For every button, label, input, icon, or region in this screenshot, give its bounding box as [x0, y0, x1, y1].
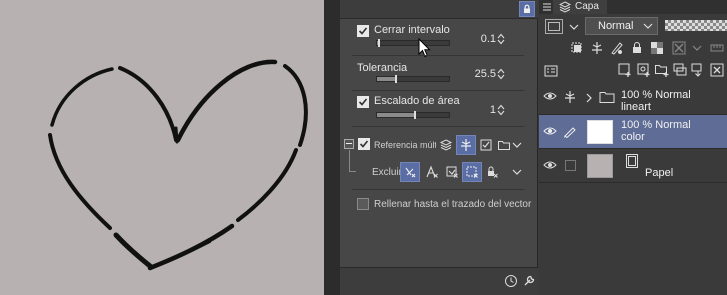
layer-thumbnail: [587, 154, 613, 178]
chevron-down-icon[interactable]: [512, 141, 522, 149]
eye-icon[interactable]: [543, 159, 557, 171]
expression-color-swatch[interactable]: [545, 19, 563, 34]
layer-toolbar: [539, 37, 727, 85]
tolerance-slider[interactable]: [376, 75, 450, 83]
fill-to-vector-checkbox[interactable]: [357, 198, 369, 210]
lock-transparent-icon[interactable]: [649, 40, 665, 56]
layers-icon: [559, 1, 571, 13]
fill-to-vector-label: Rellenar hasta el trazado del vector: [374, 199, 532, 210]
exclude-text-icon[interactable]: [422, 162, 442, 182]
pen-icon[interactable]: [563, 124, 577, 138]
area-scaling-value[interactable]: 1: [466, 104, 496, 116]
tolerance-value[interactable]: 25.5: [466, 68, 496, 80]
exclude-lineart-icon[interactable]: [400, 162, 420, 182]
tool-property-panel: Cerrar intervalo 0.1 Tolerancia 25.5 Esc…: [340, 0, 538, 295]
mask-icon[interactable]: [671, 40, 687, 56]
tree-line: [349, 150, 350, 172]
preset-icon[interactable]: [504, 274, 518, 288]
separator: [352, 55, 524, 56]
area-scaling-slider[interactable]: [376, 111, 450, 119]
reference-all-layers-icon[interactable]: [436, 135, 456, 155]
lock-toggle[interactable]: [565, 160, 576, 171]
chevron-right-icon[interactable]: [585, 93, 593, 103]
tolerance-spinner-icon[interactable]: [497, 68, 505, 80]
exclude-label: Excluir: [372, 167, 403, 178]
lock-layer-icon[interactable]: [629, 40, 645, 56]
close-gap-checkbox[interactable]: [357, 25, 369, 37]
drawing-canvas[interactable]: [0, 0, 324, 295]
new-folder-icon[interactable]: [654, 62, 670, 78]
chevron-down-icon[interactable]: [689, 40, 705, 56]
new-vector-layer-icon[interactable]: [636, 62, 652, 78]
folder-icon: [599, 92, 615, 103]
new-raster-layer-icon[interactable]: [617, 62, 633, 78]
folder-icon[interactable]: [494, 135, 514, 155]
close-gap-slider[interactable]: [376, 39, 450, 47]
blend-mode-select[interactable]: Normal: [585, 17, 658, 35]
multi-reference-label: Referencia múlt: [374, 140, 436, 150]
selected-layers-icon[interactable]: [476, 135, 496, 155]
tool-property-header: [340, 0, 538, 19]
exclude-locked-icon[interactable]: [482, 162, 502, 182]
tree-line: [349, 171, 356, 172]
separator: [352, 189, 524, 190]
close-gap-label: Cerrar intervalo: [374, 24, 450, 36]
eye-icon[interactable]: [543, 90, 557, 102]
panel-menu-icon[interactable]: [542, 2, 552, 12]
merge-down-icon[interactable]: [690, 62, 706, 78]
chevron-down-icon[interactable]: [512, 168, 522, 176]
chevron-down-icon[interactable]: [569, 23, 579, 31]
tab-layer-label: Capa: [575, 1, 599, 12]
chevron-down-icon: [643, 23, 653, 29]
layer-row-lineart[interactable]: 100 % Normal lineart: [539, 80, 727, 115]
ruler-icon[interactable]: [709, 40, 725, 56]
opacity-slider[interactable]: [665, 20, 727, 31]
area-scaling-spinner-icon[interactable]: [497, 104, 505, 116]
delete-layer-icon[interactable]: [709, 62, 725, 78]
multi-reference-checkbox[interactable]: [358, 138, 370, 150]
area-scaling-checkbox[interactable]: [357, 96, 369, 108]
tolerance-label: Tolerancia: [357, 62, 408, 74]
clip-layer-icon[interactable]: [569, 40, 585, 56]
layer-name: Papel: [645, 167, 674, 179]
area-scaling-label: Escalado de área: [374, 95, 460, 107]
eye-icon[interactable]: [543, 125, 557, 137]
layer-opacity-mode: 100 % Normal: [621, 89, 691, 101]
layer-name: color: [621, 131, 645, 143]
paper-icon: [626, 154, 638, 168]
panel-gutter: [324, 0, 340, 295]
reference-layer-icon[interactable]: [563, 90, 577, 104]
close-gap-value[interactable]: 0.1: [466, 33, 496, 45]
reference-layer-icon[interactable]: [456, 135, 476, 155]
lock-icon[interactable]: [519, 1, 535, 17]
heart-lineart: [48, 59, 308, 271]
exclude-selection-icon[interactable]: [462, 162, 482, 182]
tab-layer[interactable]: Capa: [553, 0, 607, 14]
separator: [352, 90, 524, 91]
layer-thumbnail: [587, 120, 613, 144]
collapse-toggle[interactable]: [344, 139, 354, 149]
layer-panel-header: Capa: [539, 0, 727, 14]
layer-name: lineart: [621, 101, 651, 113]
close-gap-spinner-icon[interactable]: [497, 33, 505, 45]
layer-property-icon[interactable]: [543, 63, 559, 79]
exclude-paper-icon[interactable]: [442, 162, 462, 182]
layer-panel: Capa Normal 100 % Normal lineart 100 % N…: [539, 0, 727, 295]
layer-opacity-mode: 100 % Normal: [621, 119, 691, 131]
tool-property-footer: [340, 267, 538, 295]
transfer-down-icon[interactable]: [672, 62, 688, 78]
wrench-icon[interactable]: [522, 274, 536, 288]
reference-layer-icon[interactable]: [589, 40, 605, 56]
blend-mode-value: Normal: [598, 20, 634, 32]
layer-row-color[interactable]: 100 % Normal color: [539, 115, 727, 149]
draft-layer-icon[interactable]: [609, 40, 625, 56]
separator: [352, 126, 524, 127]
layer-row-paper[interactable]: Papel: [539, 149, 727, 183]
